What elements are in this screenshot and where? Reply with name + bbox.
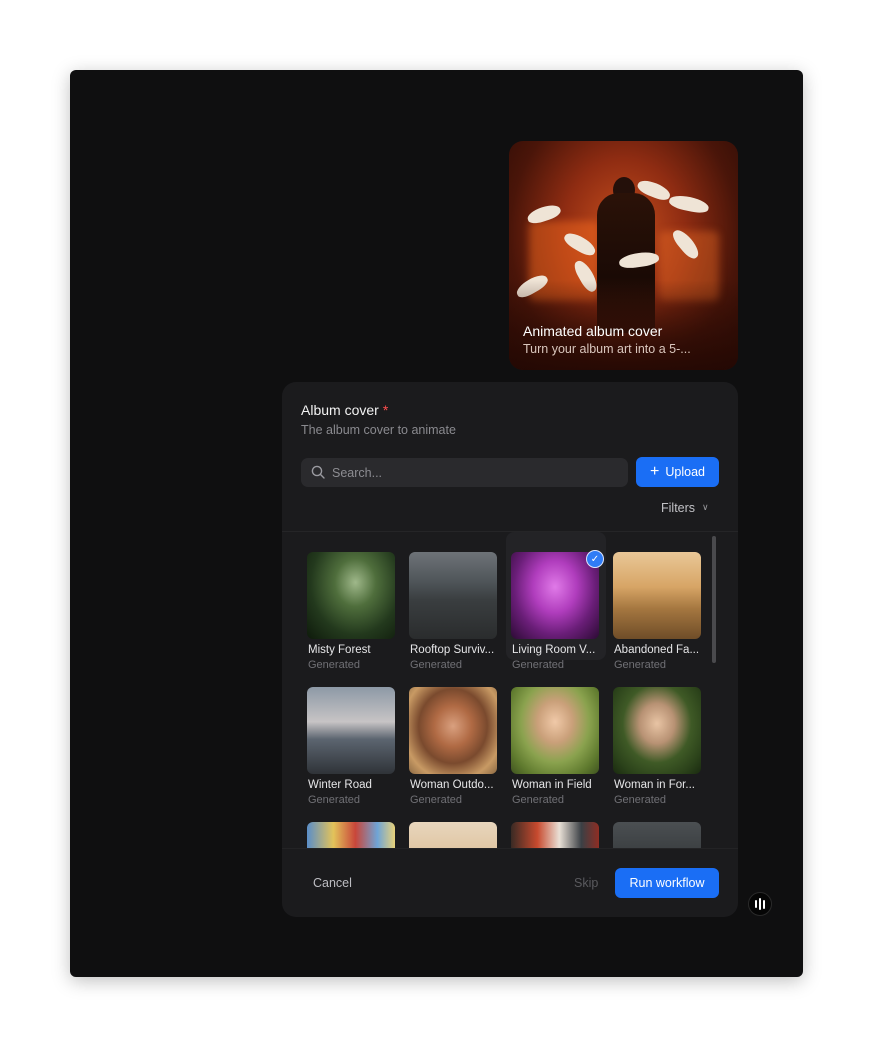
required-mark: * [382, 402, 389, 418]
hero-title: Animated album cover [523, 323, 663, 339]
plus-icon: + [650, 462, 660, 480]
forest-thumbnail [307, 552, 395, 639]
gallery-item[interactable] [506, 802, 606, 848]
road-thumbnail [307, 687, 395, 774]
skip-button[interactable]: Skip [574, 876, 598, 890]
gallery-item[interactable]: Misty Forest Generated [302, 532, 402, 671]
field-label: Album cover * [301, 402, 388, 418]
search-icon [311, 465, 325, 479]
field-description: The album cover to animate [301, 423, 456, 437]
portrait-thumbnail [409, 687, 497, 774]
search-input[interactable] [332, 458, 622, 487]
chevron-down-icon: ∨ [702, 501, 709, 512]
filters-dropdown[interactable]: Filters ∨ [661, 501, 709, 515]
street-thumbnail [511, 822, 599, 848]
sunset-thumbnail [409, 822, 497, 848]
album-cover-form: Album cover * The album cover to animate … [282, 382, 738, 917]
portrait-thumbnail [613, 687, 701, 774]
gallery-item[interactable] [302, 802, 402, 848]
gallery-item[interactable]: Woman in For... Generated [608, 667, 708, 806]
hero-subtitle: Turn your album art into a 5-... [523, 342, 691, 356]
workflow-hero-card[interactable]: Animated album cover Turn your album art… [509, 141, 738, 370]
portrait-thumbnail [511, 687, 599, 774]
gallery-item-name: Misty Forest [308, 644, 371, 656]
gallery-item-name: Abandoned Fa... [614, 644, 700, 656]
gallery-item[interactable]: Winter Road Generated [302, 667, 402, 806]
checkmark-icon: ✓ [586, 550, 604, 568]
gallery-item-name: Rooftop Surviv... [410, 644, 495, 656]
divider [282, 848, 738, 849]
bird-icon [667, 192, 711, 216]
gallery-item[interactable]: Woman in Field Generated [506, 667, 606, 806]
run-workflow-button[interactable]: Run workflow [615, 868, 719, 898]
field-label-text: Album cover [301, 402, 379, 418]
gallery-item-selected[interactable]: ✓ Living Room V... Generated [506, 532, 606, 671]
app-frame: Animated album cover Turn your album art… [70, 70, 803, 977]
image-gallery[interactable]: Misty Forest Generated Rooftop Surviv...… [282, 532, 738, 848]
upload-label: Upload [665, 465, 705, 479]
search-box[interactable] [301, 458, 628, 487]
gallery-item-name: Living Room V... [512, 644, 596, 656]
farmhouse-thumbnail [613, 552, 701, 639]
audio-bars-icon[interactable] [748, 892, 772, 916]
gallery-item[interactable]: Rooftop Surviv... Generated [404, 532, 504, 671]
gallery-item[interactable] [404, 802, 504, 848]
gallery-scrollbar[interactable] [712, 536, 716, 663]
rooftop-thumbnail [409, 552, 497, 639]
gallery-item[interactable]: Abandoned Fa... Generated [608, 532, 708, 671]
gallery-item[interactable] [608, 802, 708, 848]
gallery-item[interactable]: Woman Outdo... Generated [404, 667, 504, 806]
gallery-item-name: Winter Road [308, 779, 372, 791]
gallery-item-name: Woman Outdo... [410, 779, 494, 791]
cancel-button[interactable]: Cancel [313, 876, 352, 890]
carnival-thumbnail [307, 822, 395, 848]
living-room-thumbnail [511, 552, 599, 639]
upload-button[interactable]: + Upload [636, 457, 719, 487]
gallery-item-name: Woman in For... [614, 779, 695, 791]
storm-thumbnail [613, 822, 701, 848]
filters-label: Filters [661, 501, 696, 515]
gallery-item-name: Woman in Field [512, 779, 592, 791]
